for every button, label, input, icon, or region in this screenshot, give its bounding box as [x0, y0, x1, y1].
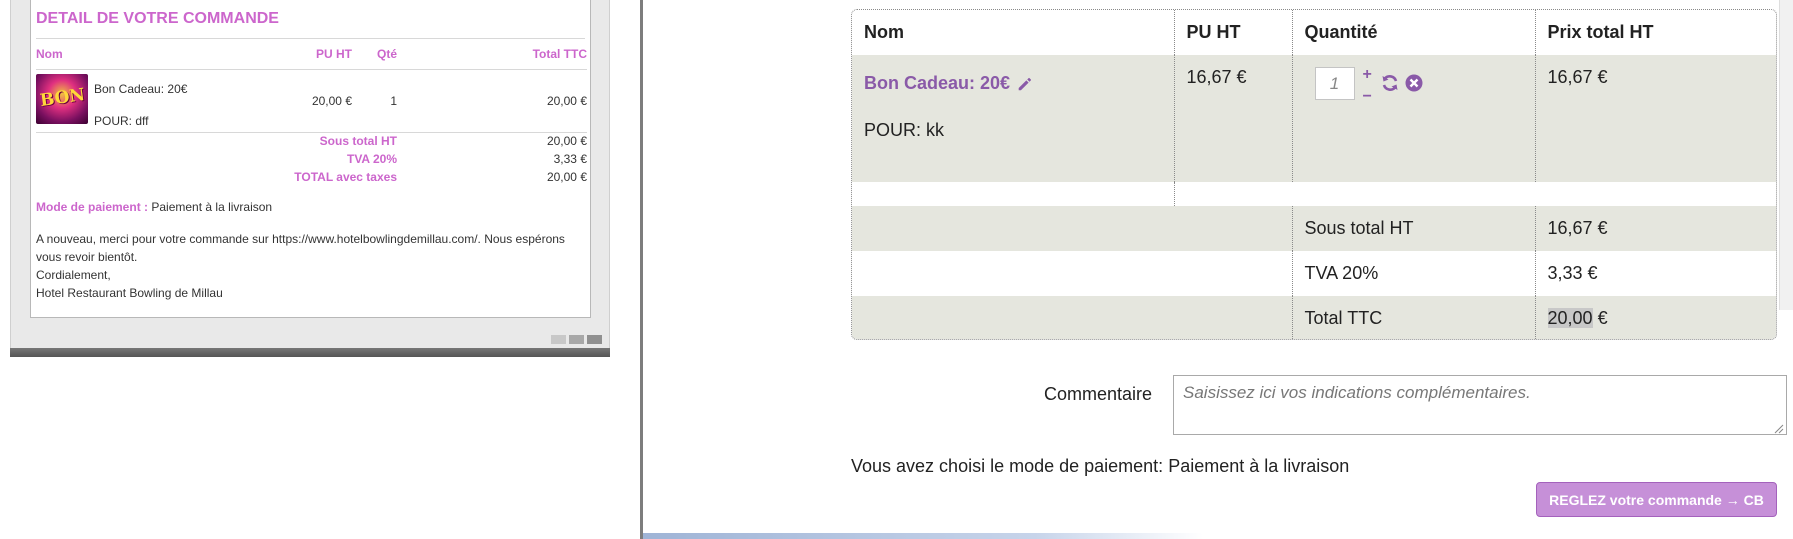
- cart-col-pu-ht: PU HT: [1174, 10, 1293, 55]
- page-scrollbar[interactable]: [1779, 0, 1793, 310]
- email-tva-value: 3,33 €: [553, 152, 587, 166]
- cart-subtotal-row: Sous total HT 16,67 €: [852, 206, 1776, 251]
- cart-ttc-row: Total TTC 20,00 €: [852, 296, 1776, 339]
- email-payment-label: Mode de paiement :: [36, 200, 149, 214]
- email-col-pu-ht: PU HT: [292, 39, 352, 70]
- cart-item-for: POUR: kk: [864, 120, 945, 140]
- cart-item-name[interactable]: Bon Cadeau: 20€: [864, 73, 1010, 94]
- comment-textarea[interactable]: Saisissez ici vos indications complément…: [1173, 375, 1787, 435]
- cart-col-qty: Quantité: [1292, 10, 1536, 55]
- email-subtotal-row: Sous total HT 20,00 €: [36, 132, 587, 150]
- gift-card-thumbnail: BON: [36, 73, 88, 124]
- email-window-bottom-bar: [10, 348, 610, 357]
- email-message-line-1: A nouveau, merci pour votre commande sur…: [36, 232, 565, 264]
- email-payment-line: Mode de paiement : Paiement à la livrais…: [36, 200, 585, 214]
- email-item-pu-ht: 20,00 €: [311, 93, 352, 108]
- email-item-cell: BON Bon Cadeau: 20€ POUR: dff: [36, 69, 292, 132]
- email-subtotal-value: 20,00 €: [546, 134, 587, 149]
- email-col-name: Nom: [36, 39, 292, 70]
- email-item-for: POUR: dff: [94, 113, 149, 128]
- email-title: DETAIL DE VOTRE COMMANDE: [36, 10, 279, 27]
- pencil-icon[interactable]: [1016, 75, 1034, 93]
- quantity-plus-button[interactable]: +: [1363, 67, 1372, 83]
- email-table-header: Nom PU HT Qté Total TTC: [36, 39, 587, 70]
- email-total-value: 20,00 €: [546, 170, 587, 184]
- pane-divider[interactable]: [640, 0, 643, 539]
- cart-col-name: Nom: [852, 10, 1175, 55]
- cart-ttc-currency: €: [1597, 308, 1608, 328]
- cart-ttc-amount-selected: 20,00: [1547, 308, 1593, 328]
- pay-order-button[interactable]: REGLEZ votre commande → CB: [1536, 482, 1777, 517]
- email-message-line-2: Cordialement,: [36, 268, 111, 282]
- cart-item-name-cell: Bon Cadeau: 20€ POUR: kk: [852, 55, 1175, 182]
- email-message-line-3: Hotel Restaurant Bowling de Millau: [36, 286, 223, 300]
- email-payment-value: Paiement à la livraison: [151, 200, 273, 214]
- refresh-icon[interactable]: [1380, 73, 1400, 93]
- email-col-total-ttc: Total TTC: [397, 39, 587, 70]
- cart-item-total-ht: 16,67 €: [1535, 55, 1776, 182]
- remove-icon[interactable]: [1404, 73, 1424, 93]
- cart-subtotal-label: Sous total HT: [1292, 206, 1536, 251]
- payment-choice-text: Vous avez choisi le mode de paiement: Pa…: [851, 456, 1350, 476]
- cart-ttc-label: Total TTC: [1292, 296, 1536, 339]
- email-subtotal-label: Sous total HT: [319, 134, 397, 149]
- email-message: A nouveau, merci pour votre commande sur…: [36, 230, 585, 302]
- cart-tva-value: 3,33 €: [1535, 251, 1776, 296]
- cart-ttc-value: 20,00 €: [1535, 296, 1776, 339]
- email-total-row: TOTAL avec taxes 20,00 €: [36, 168, 587, 186]
- cart-table: Nom PU HT Quantité Prix total HT Bon Cad…: [852, 10, 1776, 339]
- comment-label: Commentaire: [1044, 384, 1153, 404]
- cart-item-qty-cell: 1 + −: [1292, 55, 1536, 182]
- cart-tva-label: TVA 20%: [1292, 251, 1536, 296]
- quantity-input[interactable]: 1: [1314, 67, 1355, 100]
- email-tva-label: TVA 20%: [346, 152, 397, 166]
- email-item-qty: 1: [390, 93, 397, 108]
- bottom-strip: [643, 533, 1203, 539]
- cart-header-row: Nom PU HT Quantité Prix total HT: [852, 10, 1776, 55]
- email-order-table: Nom PU HT Qté Total TTC BON Bon Cadeau: …: [36, 39, 587, 186]
- resize-handle-icon[interactable]: [1774, 424, 1784, 434]
- cart-spacer-row: [852, 182, 1776, 206]
- email-col-qty: Qté: [352, 39, 397, 70]
- email-item-total: 20,00 €: [546, 93, 587, 108]
- cart-col-total-ht: Prix total HT: [1535, 10, 1776, 55]
- email-total-label: TOTAL avec taxes: [294, 170, 397, 184]
- email-pager[interactable]: [551, 335, 602, 344]
- cart-table-container: Nom PU HT Quantité Prix total HT Bon Cad…: [851, 9, 1777, 340]
- email-tva-row: TVA 20% 3,33 €: [36, 150, 587, 168]
- quantity-minus-button[interactable]: −: [1363, 89, 1372, 105]
- cart-subtotal-value: 16,67 €: [1535, 206, 1776, 251]
- pager-dot-1[interactable]: [551, 335, 566, 344]
- pager-dot-2[interactable]: [569, 335, 584, 344]
- pager-dot-3[interactable]: [587, 335, 602, 344]
- email-item-name: Bon Cadeau: 20€: [94, 81, 188, 96]
- email-card: DETAIL DE VOTRE COMMANDE Nom PU HT Qté T…: [30, 0, 591, 318]
- quantity-stepper[interactable]: + −: [1363, 67, 1372, 105]
- cart-item-name-link[interactable]: Bon Cadeau: 20€: [864, 73, 1174, 94]
- cart-item-row: Bon Cadeau: 20€ POUR: kk 16,67 € 1 + − 1…: [852, 55, 1776, 182]
- cart-tva-row: TVA 20% 3,33 €: [852, 251, 1776, 296]
- cart-item-pu-ht: 16,67 €: [1174, 55, 1293, 182]
- email-item-row: BON Bon Cadeau: 20€ POUR: dff 20,00 € 1 …: [36, 69, 587, 132]
